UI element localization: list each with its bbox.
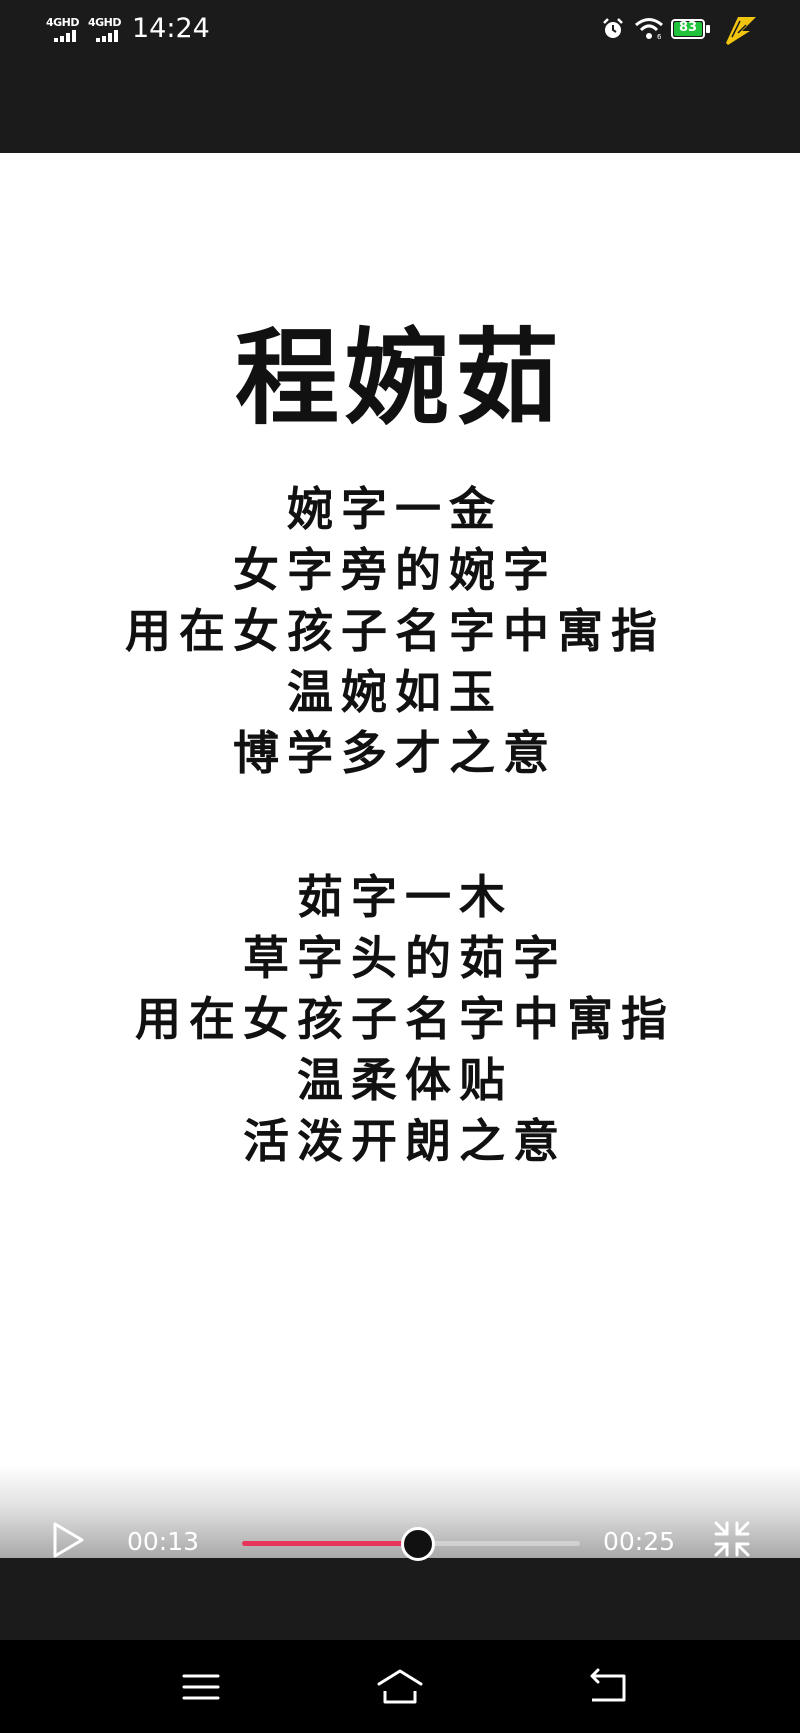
play-icon[interactable] bbox=[50, 1521, 86, 1559]
seek-bar-played bbox=[242, 1541, 418, 1546]
verse-line: 婉字一金 bbox=[287, 482, 503, 536]
verse-line: 博学多才之意 bbox=[233, 726, 557, 780]
player-controls: 00:13 00:25 bbox=[0, 1465, 800, 1561]
verse-line: 温婉如玉 bbox=[287, 665, 503, 719]
navigation-bar bbox=[0, 1640, 800, 1733]
video-headline: 程婉茹 bbox=[234, 316, 565, 439]
charging-icon bbox=[726, 17, 756, 45]
verse-line: 茹字一木 bbox=[297, 870, 513, 924]
exit-fullscreen-icon[interactable] bbox=[712, 1519, 752, 1559]
verse-line: 女字旁的婉字 bbox=[233, 543, 557, 597]
battery-icon: 83 bbox=[671, 19, 711, 41]
video-frame[interactable]: 程婉茹 婉字一金 女字旁的婉字 用在女孩子名字中寓指 温婉如玉 博学多才之意 茹… bbox=[0, 153, 800, 1558]
duration: 00:25 bbox=[603, 1527, 676, 1556]
current-time: 00:13 bbox=[127, 1527, 200, 1556]
status-bar: 4GHD 4GHD 14:24 6 83 bbox=[0, 0, 800, 60]
verse-line: 用在女孩子名字中寓指 bbox=[135, 992, 675, 1046]
svg-text:6: 6 bbox=[657, 33, 662, 41]
alarm-icon bbox=[603, 18, 623, 38]
signal-label: 4GHD bbox=[88, 16, 122, 29]
menu-icon[interactable] bbox=[176, 1666, 226, 1708]
signal-icon: 4GHD bbox=[88, 16, 124, 44]
battery-percent: 83 bbox=[678, 20, 698, 35]
verse-line: 温柔体贴 bbox=[297, 1053, 513, 1107]
verse-line: 活泼开朗之意 bbox=[243, 1114, 567, 1168]
wifi-icon: 6 bbox=[635, 18, 663, 41]
verse-block-2: 茹字一木 草字头的茹字 用在女孩子名字中寓指 温柔体贴 活泼开朗之意 bbox=[5, 867, 800, 1172]
verse-line: 用在女孩子名字中寓指 bbox=[125, 604, 665, 658]
home-icon[interactable] bbox=[375, 1666, 425, 1708]
status-time: 14:24 bbox=[132, 13, 210, 44]
signal-icon: 4GHD bbox=[46, 16, 82, 44]
verse-line: 草字头的茹字 bbox=[243, 931, 567, 985]
back-icon[interactable] bbox=[584, 1666, 634, 1708]
seek-handle[interactable] bbox=[400, 1527, 435, 1561]
signal-label: 4GHD bbox=[46, 16, 80, 29]
verse-block-1: 婉字一金 女字旁的婉字 用在女孩子名字中寓指 温婉如玉 博学多才之意 bbox=[0, 479, 795, 784]
